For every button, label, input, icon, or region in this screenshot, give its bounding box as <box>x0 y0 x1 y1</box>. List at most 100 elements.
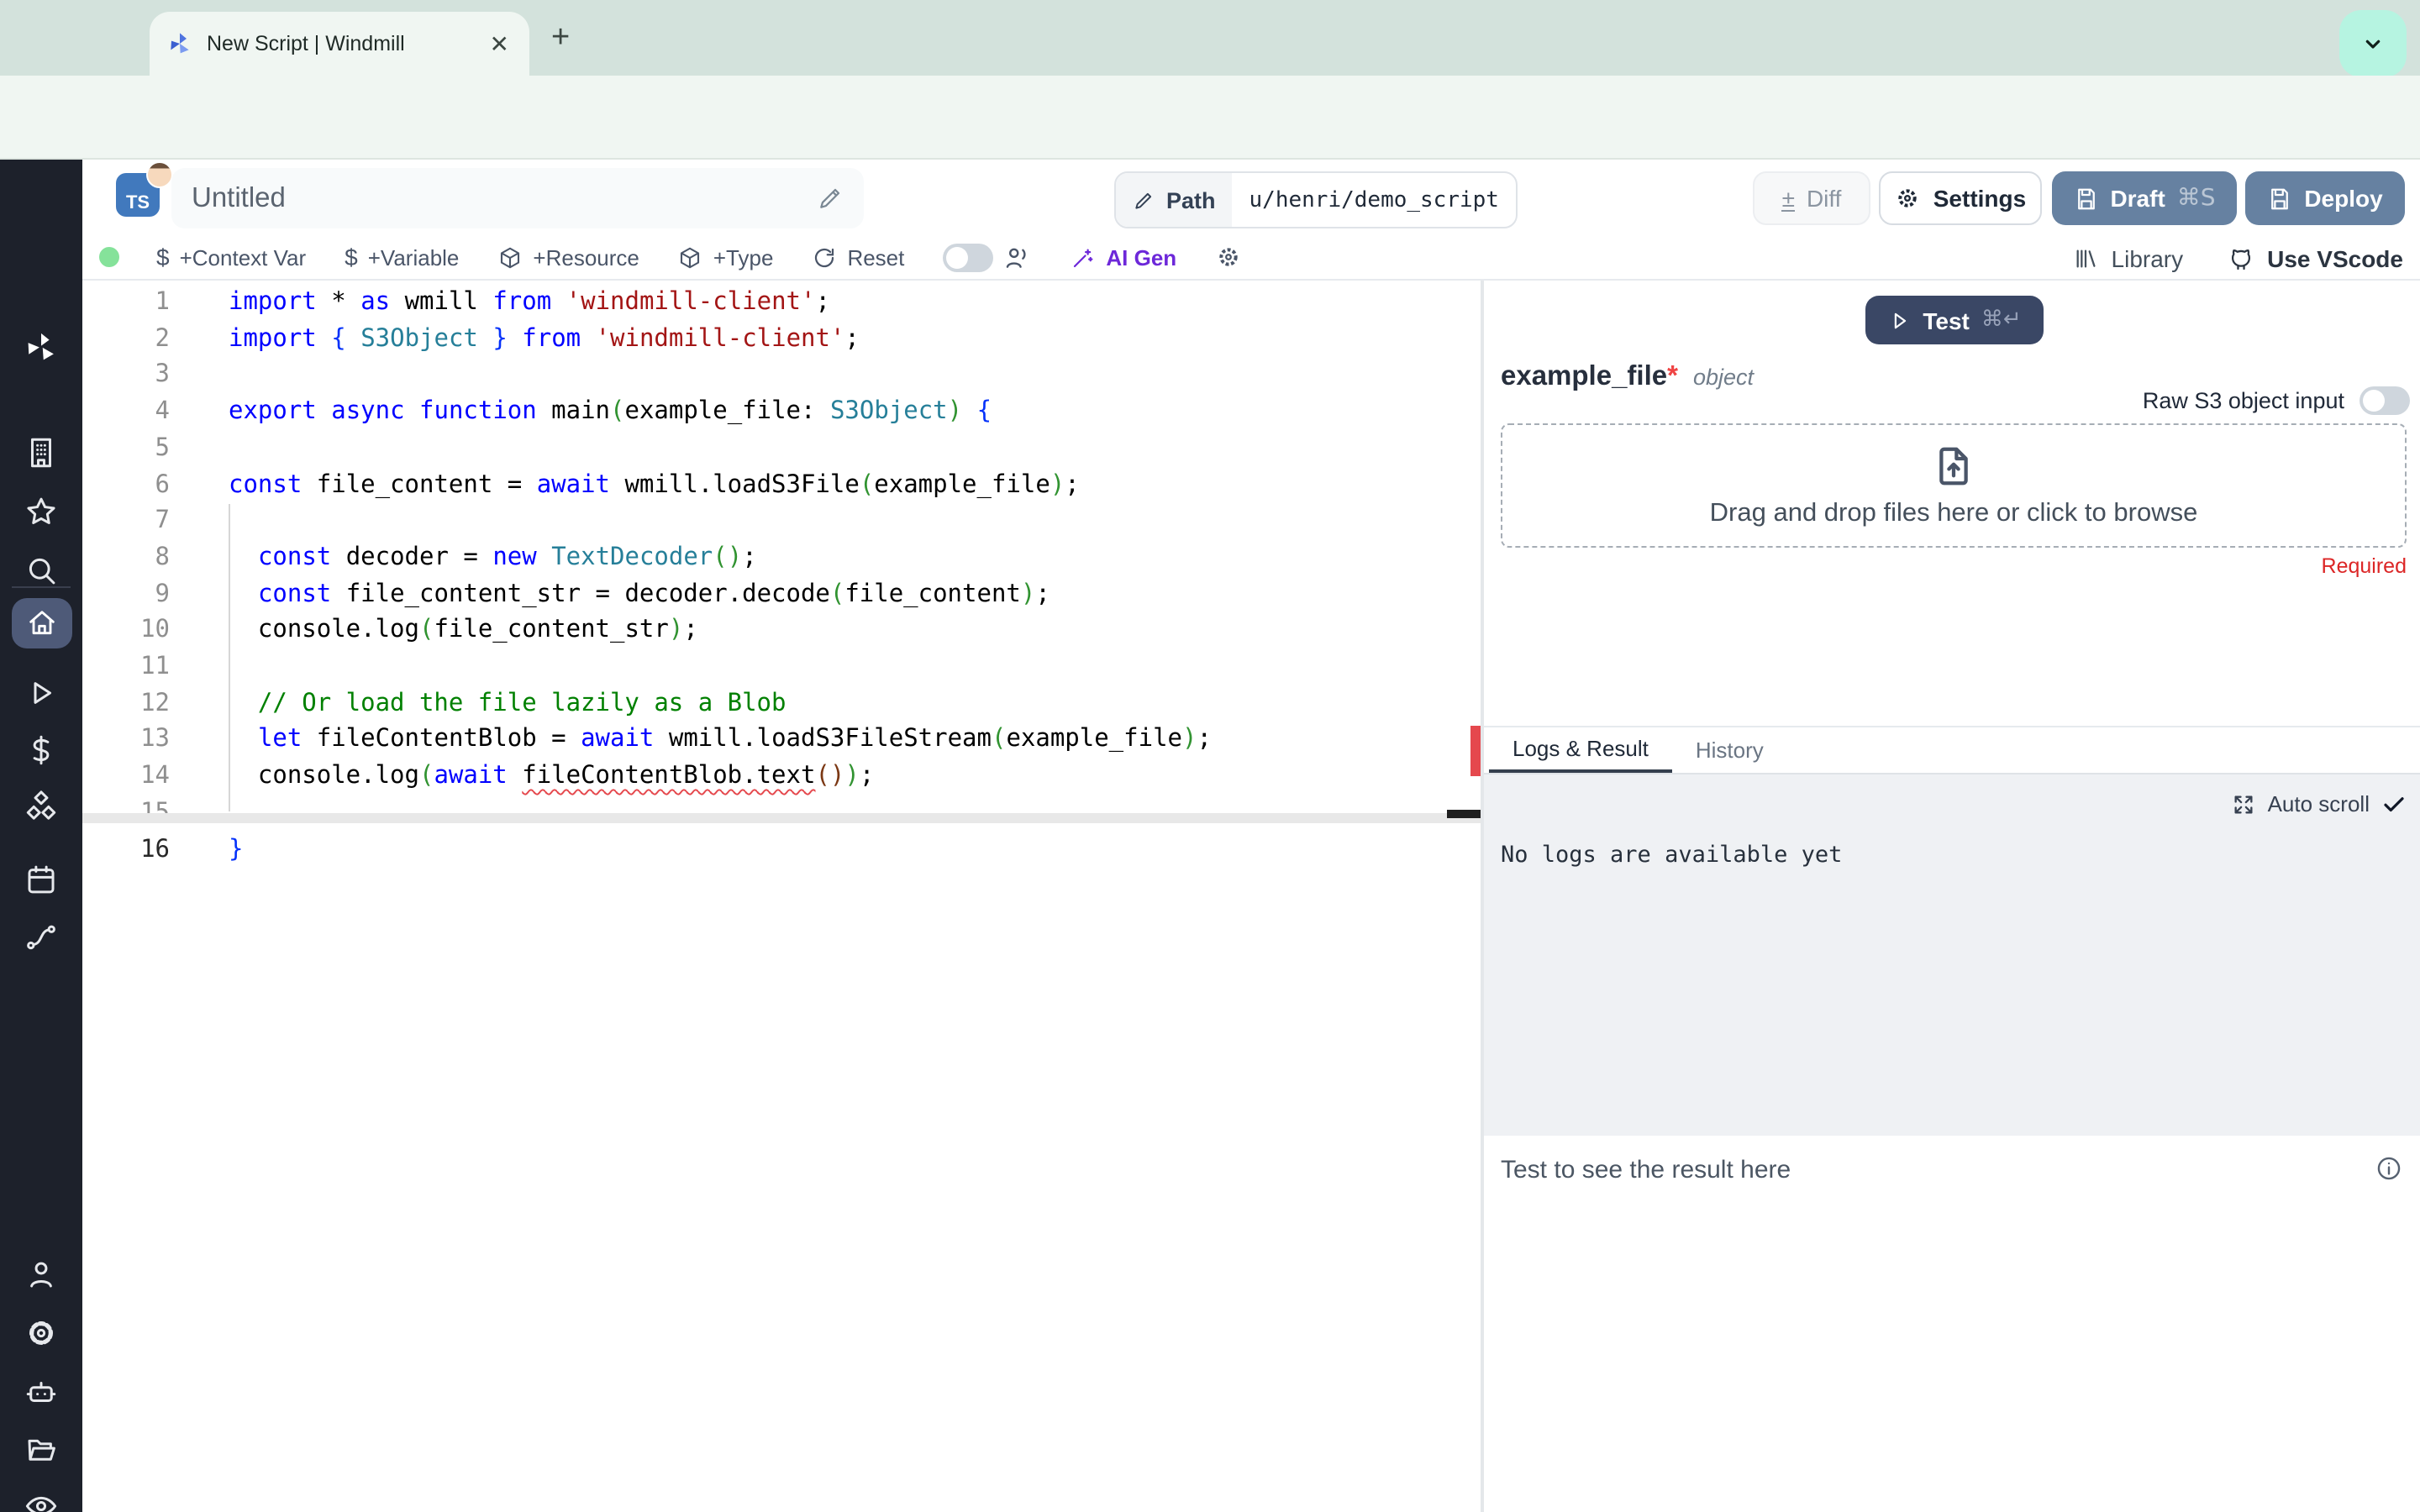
code-line[interactable]: const file_content = await wmill.loadS3F… <box>229 468 1080 504</box>
line-number: 7 <box>155 507 170 535</box>
path-label: Path <box>1166 187 1216 213</box>
sidebar-item-workspace[interactable] <box>24 435 59 470</box>
info-icon[interactable] <box>2375 1154 2403 1183</box>
settings-button[interactable]: Settings <box>1879 171 2042 225</box>
dollar-icon: $ <box>345 244 358 270</box>
new-tab-button[interactable]: + <box>551 20 570 57</box>
error-overview-marker <box>1470 726 1481 776</box>
code-line[interactable]: console.log(file_content_str); <box>229 614 698 650</box>
sidebar-item-flows[interactable] <box>24 919 59 954</box>
ai-gen-button[interactable]: AI Gen <box>1071 244 1176 270</box>
ai-gen-label: AI Gen <box>1106 244 1177 270</box>
draft-button[interactable]: Draft ⌘S <box>2052 171 2237 225</box>
package-icon <box>681 246 700 268</box>
settings-gear-icon <box>1899 189 1918 207</box>
line-number: 13 <box>140 726 170 753</box>
draft-shortcut: ⌘S <box>2176 185 2216 212</box>
add-context-var-button[interactable]: $ +Context Var <box>156 244 306 270</box>
editor-scrollbar-thumb[interactable] <box>1447 810 1481 818</box>
code-line[interactable]: let fileContentBlob = await wmill.loadS3… <box>229 723 1212 759</box>
gear-icon <box>1219 248 1238 266</box>
checkmark-icon <box>2384 797 2404 812</box>
windmill-logo[interactable] <box>24 329 59 365</box>
sidebar-item-favorites[interactable] <box>24 494 59 529</box>
deploy-button[interactable]: Deploy <box>2245 171 2405 225</box>
path-pencil-icon <box>1135 192 1152 208</box>
logs-area: Auto scroll No logs are available yet <box>1484 774 2420 1136</box>
code-editor[interactable]: 1 import * as wmill from 'windmill-client… <box>82 281 1481 1512</box>
sidebar-item-folders[interactable] <box>24 1431 59 1467</box>
code-line[interactable]: import { S3Object } from 'windmill-clien… <box>229 322 860 358</box>
line-number: 16 <box>140 836 170 863</box>
expand-icon <box>2235 795 2254 813</box>
multiplayer-switch[interactable] <box>943 243 994 271</box>
sidebar-item-user[interactable] <box>24 1257 59 1292</box>
tab-history[interactable]: History <box>1672 727 1787 773</box>
line-number: 8 <box>155 543 170 571</box>
sidebar-item-variables[interactable] <box>24 732 59 768</box>
test-label: Test <box>1923 307 1970 333</box>
sidebar-divider <box>12 586 71 588</box>
info-circle-icon <box>2377 1157 2401 1180</box>
play-icon <box>1895 312 1907 328</box>
tab-close-icon[interactable]: ✕ <box>487 29 513 59</box>
save-floppy-icon <box>2077 187 2095 209</box>
sidebar-item-settings[interactable] <box>24 1315 59 1351</box>
multiplayer-toggle[interactable] <box>943 243 1032 271</box>
line-number: 14 <box>140 763 170 790</box>
script-path-badge[interactable]: Path u/henri/demo_script <box>1114 171 1518 228</box>
reset-label: Reset <box>847 244 905 270</box>
browser-tab[interactable]: New Script | Windmill ✕ <box>150 12 529 76</box>
use-vscode-label: Use VScode <box>2267 244 2403 271</box>
script-title-value: Untitled <box>192 182 286 213</box>
sidebar-item-resources[interactable] <box>24 790 59 825</box>
autoscroll-label: Auto scroll <box>2267 791 2370 816</box>
use-vscode-button[interactable]: Use VScode <box>2227 244 2403 272</box>
code-line[interactable]: import * as wmill from 'windmill-client'… <box>229 286 830 322</box>
file-dropzone[interactable]: Drag and drop files here or click to bro… <box>1501 423 2407 548</box>
tab-logs-result[interactable]: Logs & Result <box>1489 727 1672 773</box>
add-resource-button[interactable]: +Resource <box>497 244 639 270</box>
add-type-button[interactable]: +Type <box>678 244 773 270</box>
script-title-input[interactable]: Untitled <box>171 168 864 228</box>
multiplayer-person-icon <box>1007 247 1026 267</box>
tab-strip-chevron-button[interactable] <box>2339 10 2407 77</box>
add-variable-button[interactable]: $ +Variable <box>345 244 459 270</box>
raw-s3-row: Raw S3 object input <box>0 386 2410 415</box>
add-context-var-label: +Context Var <box>179 244 307 270</box>
reset-icon <box>815 247 834 267</box>
code-line[interactable]: } <box>229 832 243 869</box>
test-button[interactable]: Test ⌘↵ <box>1865 296 2044 344</box>
autoscroll-control[interactable]: Auto scroll <box>2233 791 2407 816</box>
editor-scrollbar-track[interactable] <box>82 813 1481 823</box>
code-line[interactable]: console.log(await fileContentBlob.text()… <box>229 759 874 795</box>
library-icon <box>2077 249 2096 267</box>
code-line[interactable]: const file_content_str = decoder.decode(… <box>229 577 1050 613</box>
sidebar-item-schedules[interactable] <box>24 862 59 897</box>
library-label: Library <box>2111 244 2184 271</box>
browser-tab-strip: New Script | Windmill ✕ + <box>0 0 2420 77</box>
library-button[interactable]: Library <box>2073 244 2184 271</box>
chevron-down-icon <box>2365 39 2381 49</box>
logs-tabs: Logs & Result History <box>1484 727 2420 774</box>
edit-pencil-icon[interactable] <box>817 185 844 212</box>
sidebar-item-search[interactable] <box>24 553 59 588</box>
toolbar-right-group: Library Use VScode <box>2073 235 2403 281</box>
octocat-icon <box>2232 249 2251 270</box>
test-shortcut: ⌘↵ <box>1981 307 2022 333</box>
sidebar-item-audit[interactable] <box>24 1488 59 1512</box>
path-label-segment: Path <box>1116 173 1233 227</box>
reset-button[interactable]: Reset <box>812 244 904 270</box>
sidebar-item-home[interactable] <box>12 598 72 648</box>
code-line[interactable]: // Or load the file lazily as a Blob <box>229 686 786 722</box>
line-number: 12 <box>140 690 170 717</box>
no-logs-message: No logs are available yet <box>1501 842 1843 869</box>
diff-button[interactable]: ± Diff <box>1753 171 1870 225</box>
sidebar-item-workers[interactable] <box>24 1374 59 1410</box>
raw-s3-toggle[interactable] <box>2360 386 2410 415</box>
editor-settings-button[interactable] <box>1215 244 1242 270</box>
code-line[interactable]: const decoder = new TextDecoder(); <box>229 541 757 577</box>
sidebar-item-runs[interactable] <box>24 675 59 711</box>
app-sidebar: ? <box>0 160 82 1512</box>
result-area: Test to see the result here <box>1484 1136 2420 1512</box>
